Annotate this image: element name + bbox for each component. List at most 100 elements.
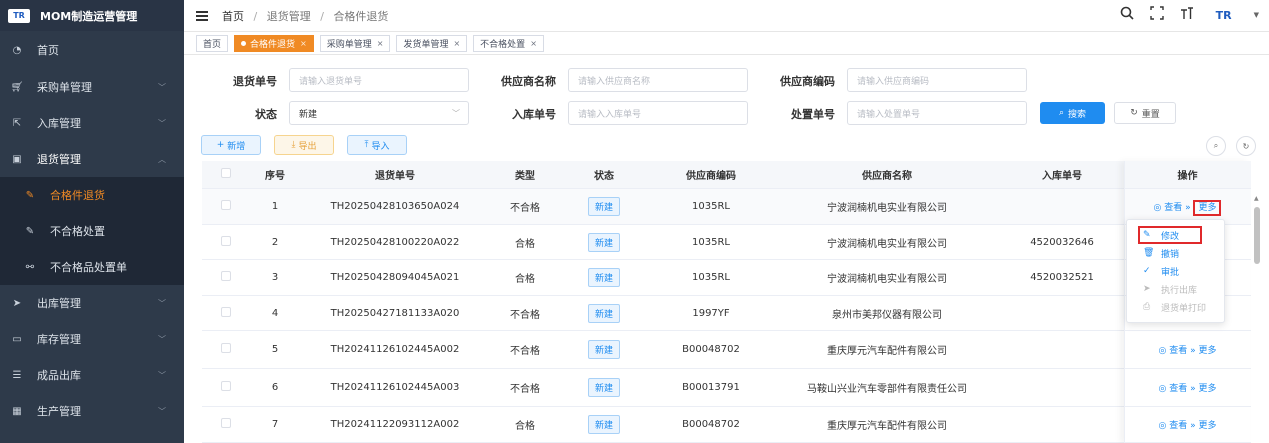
reset-button[interactable]: ↻ 重置 [1114, 102, 1176, 124]
search-button[interactable]: ⌕ 搜索 [1040, 102, 1105, 124]
more-link[interactable]: 更多 [1198, 421, 1216, 431]
row-checkbox[interactable] [202, 381, 250, 394]
sidebar-submenu-returns: ✎ 合格件退货 ✎ 不合格处置 ⚯ 不合格品处置单 [0, 177, 184, 285]
dropdown-item-execute-outbound[interactable]: ➤ 执行出库 [1127, 280, 1224, 298]
row-checkbox[interactable] [202, 343, 250, 356]
cell-supplier-code: 1997YF [692, 307, 730, 319]
add-button[interactable]: + 新增 [201, 135, 261, 155]
more-link[interactable]: 更多 [1193, 200, 1222, 216]
refresh-icon[interactable]: ↻ [1236, 136, 1256, 156]
table-row[interactable]: 6 TH20241126102445A003 不合格 新建 B00013791 马鞍山兴业… [202, 369, 1251, 407]
supplier-name-input[interactable]: 请输入供应商名称 [568, 68, 748, 92]
col-type: 类型 [515, 171, 535, 182]
cell-type: 不合格 [510, 346, 540, 357]
cell-type: 合格 [515, 421, 535, 432]
cell-supplier-name: 泉州市美邦仪器有限公司 [832, 309, 942, 321]
sidebar-item-label: 生产管理 [37, 405, 81, 418]
search-icon[interactable] [1120, 6, 1134, 24]
chevron-down-icon: ﹀ [158, 370, 166, 380]
table-row[interactable]: 7 TH20241122093112A002 合格 新建 B00048702 重庆厚元汽车… [202, 407, 1251, 443]
sidebar-item-finished-outbound[interactable]: ☰ 成品出库 ﹀ [0, 357, 184, 393]
table-row[interactable]: 5 TH20241126102445A002 不合格 新建 B00048702 重庆厚元汽… [202, 331, 1251, 369]
cell-actions: ◎ 查看 » 更多 [1124, 381, 1251, 394]
sidebar-item-inventory[interactable]: ▭ 库存管理 ﹀ [0, 321, 184, 357]
table-row[interactable]: 4 TH20250427181133A020 不合格 新建 1997YF 泉州市美邦仪器有… [202, 296, 1251, 331]
sidebar-item-nonconforming-disposal[interactable]: ✎ 不合格处置 [0, 213, 184, 249]
close-icon[interactable]: × [300, 39, 307, 48]
row-checkbox[interactable] [202, 306, 250, 320]
cell-supplier-code: 1035RL [692, 272, 730, 283]
status-select[interactable]: 新建 ﹀ [289, 101, 469, 125]
import-button[interactable]: ⤒ 导入 [347, 135, 407, 155]
menu-toggle-icon[interactable] [196, 10, 208, 21]
sidebar-item-returns[interactable]: ▣ 退货管理 ︿ [0, 141, 184, 177]
logo-text: TR [13, 11, 25, 20]
scroll-thumb[interactable] [1254, 207, 1260, 264]
tab-shipping[interactable]: 发货单管理 × [396, 34, 468, 52]
list-icon: ☰ [12, 369, 22, 381]
table-scrollbar[interactable]: ▲ [1253, 195, 1261, 440]
row-checkbox[interactable] [202, 200, 250, 213]
view-link[interactable]: 查看 [1169, 384, 1187, 394]
sidebar-item-inbound[interactable]: ⇱ 入库管理 ﹀ [0, 105, 184, 141]
sidebar-item-purchase[interactable]: 🛒︎ 采购单管理 ﹀ [0, 69, 184, 105]
supplier-code-input[interactable]: 请输入供应商编码 [847, 68, 1027, 92]
eye-icon: ◎ [1158, 384, 1170, 394]
cell-no: 7 [271, 419, 279, 430]
view-link[interactable]: 查看 [1164, 203, 1182, 213]
sidebar-item-production[interactable]: ▦ 生产管理 ﹀ [0, 393, 184, 429]
search-toggle-icon[interactable]: ⌕ [1206, 136, 1226, 156]
tab-label: 首页 [203, 39, 222, 50]
return-no-input[interactable]: 请输入退货单号 [289, 68, 469, 92]
row-checkbox[interactable] [202, 271, 250, 284]
disposal-no-input[interactable]: 请输入处置单号 [847, 101, 1027, 125]
sidebar-item-label: 库存管理 [37, 333, 81, 346]
sidebar-item-home[interactable]: ◔ 首页 [0, 31, 184, 69]
table-row[interactable]: 3 TH20250428094045A021 合格 新建 1035RL 宁波润楠机电实业有… [202, 260, 1251, 296]
eye-icon: ◎ [1153, 203, 1165, 213]
link-icon: ⚯ [25, 261, 35, 273]
chevron-down-icon: ﹀ [158, 298, 166, 308]
close-icon[interactable]: × [377, 39, 384, 48]
more-link[interactable]: 更多 [1198, 384, 1216, 394]
scroll-up-icon[interactable]: ▲ [1254, 195, 1259, 202]
tab-nonconforming[interactable]: 不合格处置 × [473, 34, 544, 52]
sidebar-item-qualified-return[interactable]: ✎ 合格件退货 [0, 177, 184, 213]
user-avatar[interactable]: TR [1210, 8, 1238, 22]
status-label: 状态 [255, 108, 277, 121]
row-checkbox[interactable] [202, 235, 250, 249]
tab-purchase[interactable]: 采购单管理 × [319, 34, 391, 52]
view-link[interactable]: 查看 [1169, 421, 1187, 431]
table-row[interactable]: 1 TH20250428103650A024 不合格 新建 1035RL 宁波润楠机电实业… [202, 189, 1251, 225]
refresh-icon: ↻ [1130, 108, 1138, 118]
inbound-icon: ⇱ [12, 117, 22, 129]
close-icon[interactable]: × [453, 39, 460, 48]
sidebar-item-label: 退货管理 [37, 153, 81, 166]
sidebar-item-outbound[interactable]: ➤ 出库管理 ﹀ [0, 285, 184, 321]
view-link[interactable]: 查看 [1169, 346, 1187, 356]
dropdown-item-approve[interactable]: ✓ 审批 [1127, 262, 1224, 280]
tab-label: 发货单管理 [403, 39, 449, 50]
close-icon[interactable]: × [530, 39, 537, 48]
double-chevron-icon: » [1187, 346, 1199, 356]
select-all-checkbox[interactable] [202, 168, 250, 181]
dropdown-item-print[interactable]: ⎙ 退货单打印 [1127, 298, 1224, 316]
breadcrumb-home[interactable]: 首页 [222, 10, 244, 23]
inbound-no-input[interactable]: 请输入入库单号 [568, 101, 748, 125]
sidebar-item-disposal-order[interactable]: ⚯ 不合格品处置单 [0, 249, 184, 285]
app-title: MOM制造运营管理 [40, 9, 138, 23]
more-link[interactable]: 更多 [1198, 346, 1216, 356]
tab-qualified-return[interactable]: 合格件退货 × [234, 34, 314, 52]
row-checkbox[interactable] [202, 418, 250, 431]
chevron-down-icon: ﹀ [158, 118, 166, 128]
dropdown-item-revoke[interactable]: 🗑︎ 撤销 [1127, 244, 1224, 262]
sidebar-item-label: 采购单管理 [37, 81, 92, 94]
breadcrumb-level1[interactable]: 退货管理 [267, 10, 311, 23]
tab-home[interactable]: 首页 [196, 34, 229, 52]
table-row[interactable]: 2 TH20250428100220A022 合格 新建 1035RL 宁波润楠机电实业有… [202, 225, 1251, 260]
font-size-icon[interactable] [1180, 6, 1194, 24]
export-button[interactable]: ⤓ 导出 [274, 135, 334, 155]
fullscreen-icon[interactable] [1149, 6, 1164, 24]
caret-down-icon[interactable]: ▼ [1254, 11, 1259, 19]
status-select-value: 新建 [299, 109, 318, 120]
